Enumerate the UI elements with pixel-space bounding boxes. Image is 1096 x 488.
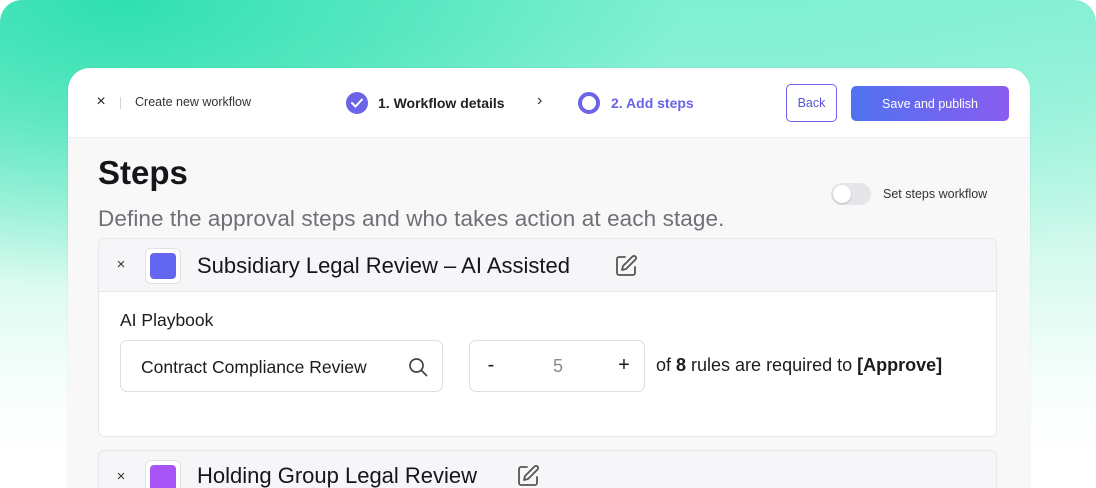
remove-step-icon[interactable]: × bbox=[113, 468, 129, 486]
back-button[interactable]: Back bbox=[786, 84, 837, 122]
header-divider bbox=[120, 97, 121, 109]
rule-total: 8 bbox=[676, 355, 687, 375]
breadcrumb: Create new workflow bbox=[135, 95, 252, 109]
current-step-circle-icon bbox=[578, 92, 600, 114]
remove-step-icon[interactable]: × bbox=[113, 256, 129, 274]
page-title: Steps bbox=[98, 154, 188, 191]
workflow-dialog: × Create new workflow 1. Workflow detail… bbox=[68, 68, 1030, 488]
increment-button[interactable]: + bbox=[616, 354, 632, 378]
step-name: Subsidiary Legal Review – AI Assisted bbox=[197, 253, 570, 278]
page-subtitle: Define the approval steps and who takes … bbox=[98, 206, 725, 231]
rule-action: [Approve] bbox=[857, 355, 943, 375]
step-card: × Holding Group Legal Review bbox=[98, 450, 997, 488]
toggle-label: Set steps workflow bbox=[883, 187, 988, 201]
rule-requirement-text: of 8 rules are required to [Approve] bbox=[656, 355, 942, 376]
playbook-search-value: Contract Compliance Review bbox=[141, 357, 367, 377]
step-color-swatch[interactable] bbox=[145, 248, 181, 284]
step-card: × Subsidiary Legal Review – AI Assisted … bbox=[98, 238, 997, 437]
edit-pencil-icon[interactable] bbox=[515, 463, 541, 488]
rule-prefix: of bbox=[656, 355, 677, 375]
stepper-step-workflow-details[interactable]: 1. Workflow details bbox=[378, 95, 505, 111]
chevron-right-icon: › bbox=[537, 92, 543, 109]
search-icon[interactable] bbox=[407, 356, 429, 378]
stepper-step-add-steps[interactable]: 2. Add steps bbox=[611, 95, 694, 111]
dialog-header: × Create new workflow 1. Workflow detail… bbox=[68, 68, 1030, 138]
step-card-header: × Subsidiary Legal Review – AI Assisted bbox=[99, 239, 996, 292]
playbook-search-input[interactable]: Contract Compliance Review bbox=[120, 340, 443, 392]
close-icon[interactable]: × bbox=[92, 93, 110, 111]
save-and-publish-button[interactable]: Save and publish bbox=[851, 86, 1009, 121]
set-steps-workflow-toggle[interactable] bbox=[831, 183, 871, 205]
decrement-button[interactable]: - bbox=[484, 354, 498, 378]
rule-middle: rules are required to bbox=[686, 355, 858, 375]
edit-pencil-icon[interactable] bbox=[613, 253, 639, 279]
step-name: Holding Group Legal Review bbox=[197, 463, 478, 488]
step-color-swatch[interactable] bbox=[145, 460, 181, 488]
check-circle-icon bbox=[346, 92, 368, 114]
rules-count-value[interactable]: 5 bbox=[548, 356, 568, 377]
rules-quantity-stepper[interactable]: - 5 + bbox=[469, 340, 645, 392]
ai-playbook-label: AI Playbook bbox=[120, 310, 214, 330]
